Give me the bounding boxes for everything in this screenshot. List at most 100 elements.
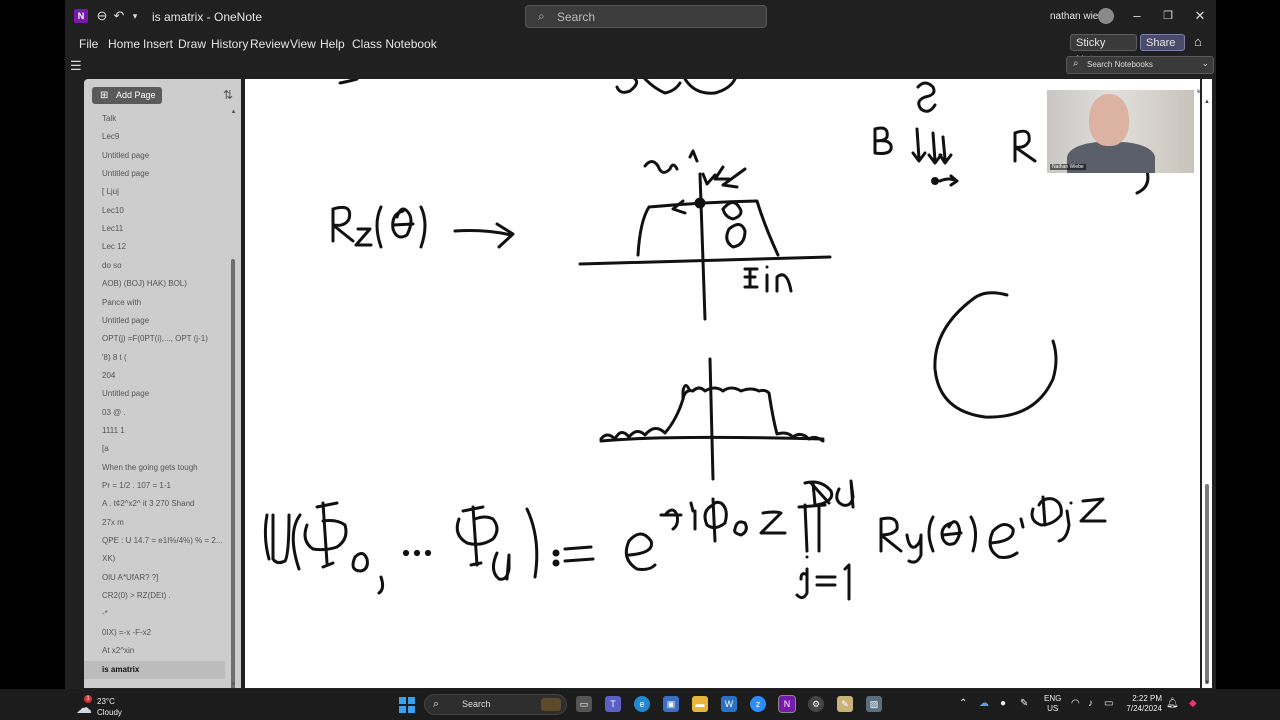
share-button[interactable]: Share ▾ <box>1140 34 1185 66</box>
page-list-item[interactable]: is amatrix <box>84 660 225 679</box>
start-button[interactable] <box>399 697 415 713</box>
page-list-item[interactable]: Untitled page <box>84 385 225 403</box>
photos-icon[interactable]: ▨ <box>866 696 882 712</box>
notifications-icon[interactable]: 🔔︎ <box>1166 698 1179 709</box>
page-list-item[interactable]: Pr = 1/2 . 107 = 1-1 <box>84 477 225 495</box>
page-list-item[interactable]: When the going gets tough <box>84 459 225 477</box>
page-list-item[interactable]: Lec11 <box>84 220 225 238</box>
settings-icon[interactable]: ⚙ <box>808 696 824 712</box>
taskbar-search-label: Search <box>462 699 491 709</box>
undo-icon[interactable]: ↶ <box>111 8 127 24</box>
page-list-item[interactable]: Talk <box>84 110 225 128</box>
page-list-item[interactable]: A . t¢2^x2^ it 3 270 Shand <box>84 495 225 513</box>
scroll-down-icon[interactable]: ▼ <box>1202 680 1212 686</box>
volume-icon[interactable]: ♪ <box>1088 698 1093 709</box>
search-input[interactable]: ⌕ Search <box>525 5 767 28</box>
store-icon[interactable]: ▣ <box>663 696 679 712</box>
canvas-scrollbar[interactable]: ▲ ▼ <box>1202 79 1212 688</box>
onenote-app-icon: N <box>74 9 88 23</box>
avatar[interactable] <box>1098 8 1114 24</box>
pen-icon[interactable]: ✎ <box>1020 698 1028 709</box>
taskbar-search[interactable]: ⌕ Search <box>424 694 567 715</box>
file-explorer-icon[interactable]: ▬ <box>692 696 708 712</box>
page-list-item[interactable]: Lec 12 <box>84 238 225 256</box>
restore-icon[interactable]: ❐ <box>1158 7 1178 25</box>
page-list-item[interactable]: Lec10 <box>84 202 225 220</box>
tab-class-notebook[interactable]: Class Notebook <box>352 37 437 51</box>
sticky-notes-button[interactable]: Sticky Notes <box>1070 34 1137 66</box>
edge-icon[interactable]: e <box>634 696 650 712</box>
page-list-scrollbar[interactable]: ▲ ▼ <box>229 109 238 688</box>
tab-draw[interactable]: Draw <box>178 37 206 51</box>
notepad-icon[interactable]: ✎ <box>837 696 853 712</box>
webcam-person-head <box>1089 94 1129 146</box>
search-placeholder: Search <box>557 10 596 24</box>
tab-view[interactable]: View <box>290 37 316 51</box>
scroll-up-icon[interactable]: ▲ <box>1202 99 1212 105</box>
page-list-item[interactable]: CR2(0) > RZ(DEt) . <box>84 587 225 605</box>
page-list-item[interactable]: AOB) (BOJ) HAK) BOL) <box>84 275 225 293</box>
page-list-item[interactable]: 0IX) =-x -F-x2 <box>84 624 225 642</box>
chevron-down-icon[interactable]: ⌄ <box>1201 58 1209 69</box>
page-list-item[interactable]: 204 <box>84 367 225 385</box>
page-list-item[interactable]: OPT(j) =F(0PT(i),..., OPT (j-1) <box>84 330 225 348</box>
time: 2:22 PM <box>1132 694 1162 703</box>
tab-home[interactable]: Home <box>108 37 140 51</box>
scrollbar-thumb[interactable] <box>1205 484 1209 684</box>
window-title: is amatrix - OneNote <box>152 10 263 24</box>
page-list-item[interactable]: Untitled page <box>84 147 225 165</box>
page-list-panel: ⊞ Add Page ⇅ Talk Lec9 Untitled page Untitl… <box>84 79 241 688</box>
page-list-item[interactable]: QPE : U 14.7 = e1I%/4%) % = 2... <box>84 532 225 550</box>
page-list-item[interactable]: 1111 1 <box>84 422 225 440</box>
search-notebooks-placeholder: Search Notebooks <box>1087 60 1153 69</box>
sort-icon[interactable]: ⇅ <box>223 88 233 102</box>
page-list-item[interactable]: 27x m <box>84 514 225 532</box>
wifi-icon[interactable]: ◠ <box>1071 698 1080 709</box>
search-notebooks-input[interactable]: ⌕ Search Notebooks ⌄ <box>1066 56 1214 74</box>
page-list-item[interactable]: Untitled page <box>84 312 225 330</box>
close-icon[interactable]: ✕ <box>1190 7 1210 25</box>
onedrive-icon[interactable]: ☁ <box>979 698 989 709</box>
page-list-item[interactable]: Pance with <box>84 294 225 312</box>
page-list-item[interactable]: [a <box>84 440 225 458</box>
add-page-label: Add Page <box>116 90 156 100</box>
onenote-taskbar-icon[interactable]: N <box>778 695 796 713</box>
page-list-item[interactable]: -* <box>84 605 225 623</box>
clock[interactable]: 2:22 PM 7/24/2024 <box>1124 694 1162 714</box>
tab-file[interactable]: File <box>79 37 98 51</box>
copilot-icon[interactable]: ◆ <box>1189 698 1197 709</box>
page-list-item[interactable]: do so <box>84 257 225 275</box>
microphone-icon[interactable]: ● <box>1000 698 1006 709</box>
teams-icon[interactable]: T <box>605 696 621 712</box>
language-indicator[interactable]: ENG US <box>1044 694 1061 714</box>
scrollbar-thumb[interactable] <box>231 259 235 688</box>
page-list-item[interactable]: At x2^xin <box>84 642 225 660</box>
show-hidden-icons-icon[interactable]: ⌃ <box>959 698 967 709</box>
page-list-item[interactable]: Lec9 <box>84 128 225 146</box>
page-list-item[interactable]: 03 @ . <box>84 404 225 422</box>
add-page-button[interactable]: ⊞ Add Page <box>92 87 162 104</box>
scroll-down-icon[interactable]: ▼ <box>229 682 238 688</box>
scroll-up-icon[interactable]: ▲ <box>229 109 238 115</box>
tab-help[interactable]: Help <box>320 37 345 51</box>
page-list-item[interactable]: XK) <box>84 550 225 568</box>
navigation-menu-icon[interactable]: ☰ <box>70 58 82 74</box>
ribbon-tabs: File Home Insert Draw History Review Vie… <box>65 32 1216 66</box>
page-list-item[interactable]: [ Ljuj <box>84 183 225 201</box>
feedback-icon[interactable]: ⌂ <box>1194 34 1202 49</box>
expand-icon[interactable]: ⤢ <box>1197 83 1200 96</box>
page-list-item[interactable]: '8) 8 t ( <box>84 349 225 367</box>
task-view-icon[interactable]: ▭ <box>576 696 592 712</box>
weather-widget[interactable]: ☁ 1 23°C Cloudy <box>76 692 136 718</box>
word-icon[interactable]: W <box>721 696 737 712</box>
page-list-item[interactable]: Untitled page <box>84 165 225 183</box>
battery-icon[interactable]: ▭ <box>1104 698 1113 709</box>
zoom-icon[interactable]: z <box>750 696 766 712</box>
minimize-icon[interactable]: – <box>1127 7 1147 25</box>
undo-dropdown-icon[interactable]: ▾ <box>127 8 143 24</box>
page-list-item[interactable]: OlU A*UfAR? ?] <box>84 569 225 587</box>
tab-review[interactable]: Review <box>250 37 289 51</box>
tab-history[interactable]: History <box>211 37 248 51</box>
back-icon[interactable]: ⊖ <box>94 8 110 24</box>
tab-insert[interactable]: Insert <box>143 37 173 51</box>
